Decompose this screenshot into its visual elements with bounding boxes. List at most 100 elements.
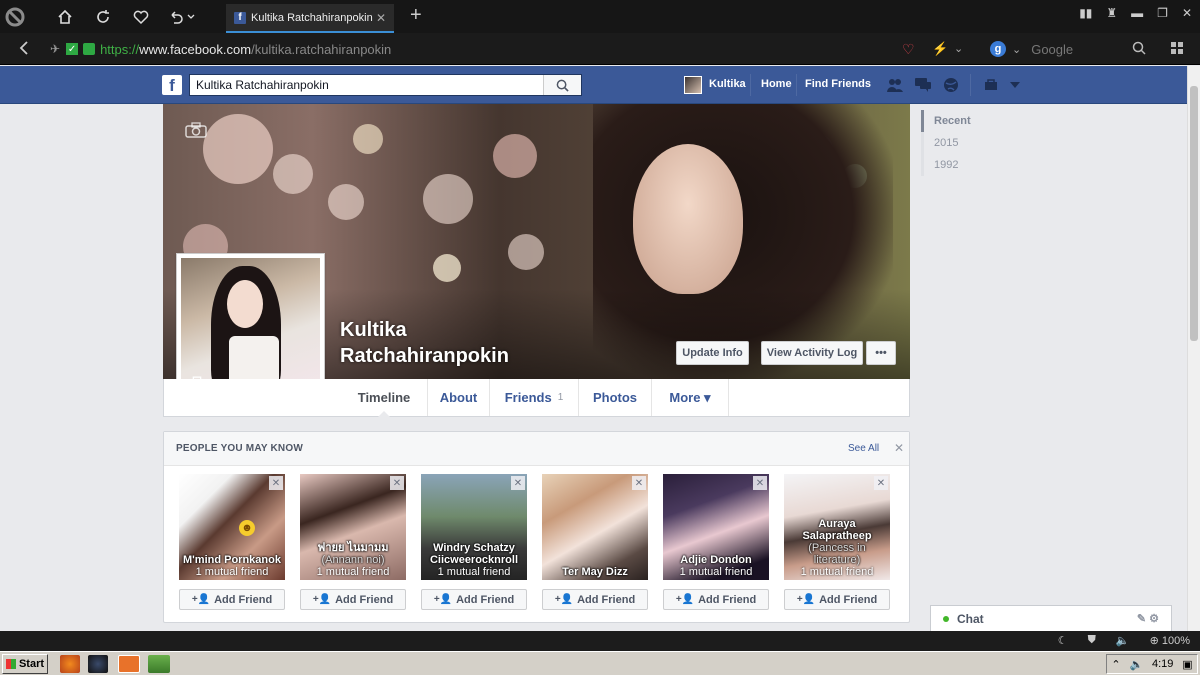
account-settings-icon[interactable] <box>1010 82 1020 89</box>
menu-grid-icon[interactable] <box>1170 41 1184 55</box>
chat-options-icon[interactable]: ✎ ⚙ <box>1137 612 1159 625</box>
firefox-icon[interactable] <box>60 655 80 673</box>
start-button[interactable]: Start <box>2 654 48 674</box>
fb-search-input[interactable]: Kultika Ratchahiranpokin <box>189 74 582 96</box>
year-recent[interactable]: Recent <box>921 110 1001 132</box>
notifications-globe-icon[interactable] <box>943 77 959 93</box>
restore-icon[interactable]: ❐ <box>1157 6 1168 20</box>
add-friend-button[interactable]: +👤 Add Friend <box>663 589 769 610</box>
url-field[interactable]: ✈ ✓ https:// www.facebook.com /kultika.r… <box>50 39 910 59</box>
volume-icon[interactable]: 🔈 <box>1116 634 1130 647</box>
friend-requests-icon[interactable] <box>886 77 904 93</box>
zoom-control[interactable]: ⊕ 100% <box>1150 634 1190 647</box>
remove-suggestion-icon[interactable]: ✕ <box>269 476 283 490</box>
pymk-mutual[interactable]: 1 mutual friend <box>179 566 285 578</box>
pymk-name[interactable]: Adjie Dondon <box>663 554 769 566</box>
year-1992[interactable]: 1992 <box>921 154 1001 176</box>
remove-suggestion-icon[interactable]: ✕ <box>511 476 525 490</box>
update-info-button[interactable]: Update Info <box>676 341 749 365</box>
pymk-photo[interactable]: ☻ M'mind Pornkanok 1 mutual friend ✕ <box>179 474 285 580</box>
add-friend-button[interactable]: +👤 Add Friend <box>421 589 527 610</box>
pymk-photo[interactable]: Adjie Dondon 1 mutual friend ✕ <box>663 474 769 580</box>
pymk-name[interactable]: ฟายย ไนมามม <box>300 542 406 554</box>
tab-more[interactable]: More ▾ <box>652 379 729 416</box>
tab-friends[interactable]: Friends 1 <box>490 379 579 416</box>
pymk-mutual[interactable]: 1 mutual friend <box>663 566 769 578</box>
facebook-logo-icon[interactable]: f <box>162 75 182 95</box>
tray-expand-icon[interactable]: ⌃ <box>1111 658 1120 671</box>
avatar[interactable] <box>684 76 702 94</box>
tab-facebook-profile[interactable]: f Kultika Ratchahiranpokin ✕ <box>226 4 394 33</box>
chat-sidebar-tab[interactable]: Chat ✎ ⚙ <box>930 605 1172 631</box>
cover-camera-icon[interactable] <box>185 122 207 138</box>
pymk-card: Windry Schatzy Ciicweerocknroll 1 mutual… <box>421 474 527 610</box>
add-friend-button[interactable]: +👤 Add Friend <box>542 589 648 610</box>
add-friend-button[interactable]: +👤 Add Friend <box>300 589 406 610</box>
pymk-photo[interactable]: ฟายย ไนมามม (Annann noi) 1 mutual friend… <box>300 474 406 580</box>
profile-photo-face <box>227 280 263 328</box>
tray-network-icon[interactable]: ▣ <box>1182 658 1192 671</box>
steam-icon[interactable] <box>88 655 108 673</box>
pymk-photo[interactable]: Auraya Salapratheep (Pancess in literatu… <box>784 474 890 580</box>
pymk-name[interactable]: Ter May Dizz <box>542 566 648 578</box>
remove-suggestion-icon[interactable]: ✕ <box>874 476 888 490</box>
tile-icon[interactable]: ▮▮ <box>1079 6 1092 20</box>
see-all-link[interactable]: See All <box>848 443 879 454</box>
home-icon[interactable] <box>54 6 76 28</box>
browser-logo-icon[interactable] <box>4 6 26 28</box>
back-icon[interactable] <box>18 40 30 56</box>
engine-dropdown-icon[interactable]: ⌄ <box>1012 43 1021 56</box>
view-activity-log-button[interactable]: View Activity Log <box>761 341 863 365</box>
tray-volume-icon[interactable]: 🔈 <box>1129 658 1143 671</box>
pymk-photo[interactable]: Ter May Dizz ✕ <box>542 474 648 580</box>
adblock-icon[interactable]: ⛊ <box>1088 634 1096 647</box>
pymk-subname: (Annann noi) <box>321 554 385 566</box>
nav-profile-link[interactable]: Kultika <box>709 78 746 90</box>
tab-close-icon[interactable]: ✕ <box>376 11 386 25</box>
pymk-name[interactable]: Auraya Salapratheep <box>784 518 890 542</box>
nav-find-friends-link[interactable]: Find Friends <box>805 78 871 90</box>
shirt-icon[interactable]: ♜ <box>1106 6 1117 20</box>
add-friend-button[interactable]: +👤 Add Friend <box>784 589 890 610</box>
browser-app-icon[interactable] <box>118 655 140 673</box>
search-icon[interactable] <box>1132 41 1146 55</box>
remove-suggestion-icon[interactable]: ✕ <box>632 476 646 490</box>
tab-about[interactable]: About <box>428 379 490 416</box>
add-friend-button[interactable]: +👤 Add Friend <box>179 589 285 610</box>
nav-home-link[interactable]: Home <box>761 78 792 90</box>
new-tab-button[interactable]: + <box>410 4 422 27</box>
pymk-name[interactable]: M'mind Pornkanok <box>179 554 285 566</box>
favorite-heart-icon[interactable]: ♡ <box>902 41 915 58</box>
address-bar: ✈ ✓ https:// www.facebook.com /kultika.r… <box>0 33 1200 65</box>
undo-icon[interactable] <box>166 6 198 28</box>
year-2015[interactable]: 2015 <box>921 132 1001 154</box>
tab-timeline[interactable]: Timeline <box>341 379 428 417</box>
remove-suggestion-icon[interactable]: ✕ <box>390 476 404 490</box>
night-mode-icon[interactable]: ☾ <box>1058 634 1068 647</box>
pymk-photo[interactable]: Windry Schatzy Ciicweerocknroll 1 mutual… <box>421 474 527 580</box>
bokeh-light <box>328 184 364 220</box>
pymk-mutual[interactable]: 1 mutual friend <box>784 566 890 578</box>
url-scheme: https:// <box>100 41 140 57</box>
more-options-button[interactable]: ••• <box>866 341 896 365</box>
dismiss-pymk-icon[interactable]: ✕ <box>894 441 904 455</box>
window-close-icon[interactable]: ✕ <box>1182 6 1192 20</box>
reload-icon[interactable] <box>92 6 114 28</box>
remove-suggestion-icon[interactable]: ✕ <box>753 476 767 490</box>
clock[interactable]: 4:19 <box>1152 658 1173 670</box>
tab-photos[interactable]: Photos <box>579 379 652 416</box>
lightning-icon[interactable]: ⚡ <box>932 41 948 57</box>
privacy-shortcuts-icon[interactable] <box>984 79 998 91</box>
heart-icon[interactable] <box>130 6 152 28</box>
pymk-mutual[interactable]: 1 mutual friend <box>300 566 406 578</box>
messages-icon[interactable] <box>914 77 932 93</box>
fb-search-icon[interactable] <box>543 75 581 95</box>
chevron-down-icon[interactable]: ⌄ <box>954 42 963 55</box>
page-scrollbar[interactable] <box>1187 66 1200 631</box>
pymk-name[interactable]: Windry Schatzy <box>421 542 527 554</box>
windows-flag-icon <box>5 659 16 669</box>
scrollbar-thumb[interactable] <box>1190 86 1198 341</box>
bluestacks-icon[interactable] <box>148 655 170 673</box>
minimize-icon[interactable]: ▬ <box>1131 6 1143 20</box>
pymk-mutual[interactable]: 1 mutual friend <box>421 566 527 578</box>
